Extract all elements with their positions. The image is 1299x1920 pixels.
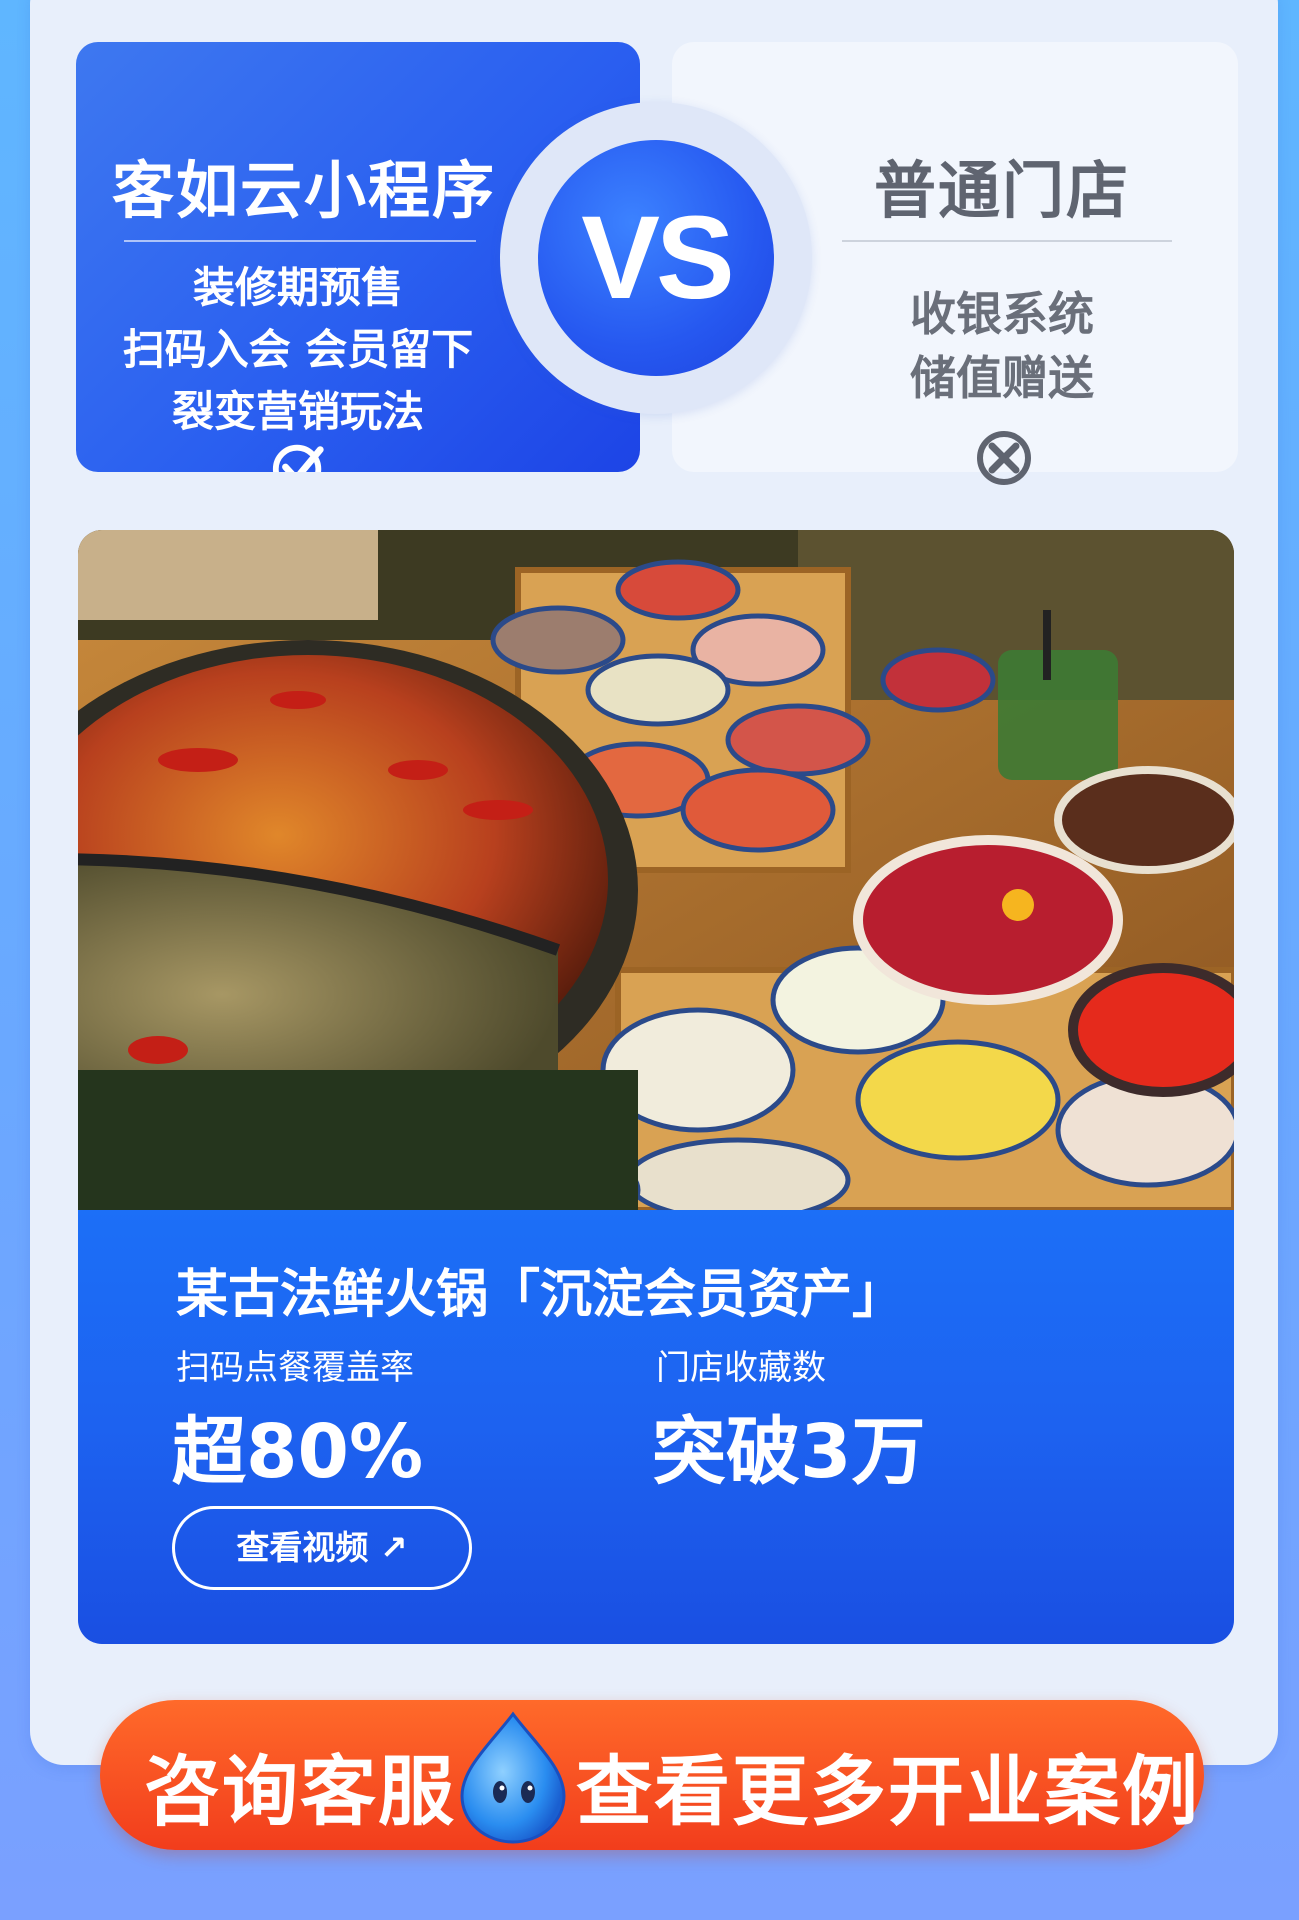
- vs-badge: VS: [500, 102, 812, 414]
- normal-store-feature-1: 收银系统: [910, 287, 1094, 341]
- case-info-card: 某古法鲜火锅「沉淀会员资产」 扫码点餐覆盖率 超80% 门店收藏数 突破3万 查…: [78, 1210, 1234, 1644]
- normal-store-divider: [842, 240, 1172, 242]
- normal-store-title: 普通门店: [873, 154, 1130, 227]
- stat-value-favorites: 突破3万: [652, 1409, 926, 1495]
- keruyun-title: 客如云小程序: [111, 154, 496, 227]
- more-cases-link[interactable]: 查看更多开业案例: [576, 1730, 1200, 1840]
- keruyun-feature-3: 裂变营销玩法: [171, 387, 424, 436]
- hotpot-photo: [78, 530, 1234, 1210]
- normal-store-feature-2: 储值赠送: [910, 351, 1094, 405]
- keruyun-feature-1: 装修期预售: [192, 263, 403, 312]
- stat-label-scan-rate: 扫码点餐覆盖率: [176, 1348, 414, 1388]
- water-drop-mascot-icon: [460, 1711, 566, 1844]
- keruyun-divider: [124, 240, 476, 242]
- case-title: 某古法鲜火锅「沉淀会员资产」: [176, 1265, 905, 1325]
- stat-label-favorites: 门店收藏数: [656, 1348, 826, 1388]
- hotpot-photo-illustration: [78, 530, 1234, 1210]
- x-circle-icon: [977, 431, 1031, 485]
- keruyun-feature-2: 扫码入会 会员留下: [122, 325, 474, 374]
- stat-value-scan-rate: 超80%: [172, 1409, 424, 1495]
- watch-video-button[interactable]: 查看视频 ↗: [172, 1506, 472, 1590]
- consult-service-link[interactable]: 咨询客服: [144, 1730, 456, 1840]
- check-circle-icon: [272, 444, 324, 472]
- cta-bar[interactable]: 咨询客服 查看更多开业案例: [100, 1700, 1204, 1850]
- vs-label: VS: [538, 140, 774, 376]
